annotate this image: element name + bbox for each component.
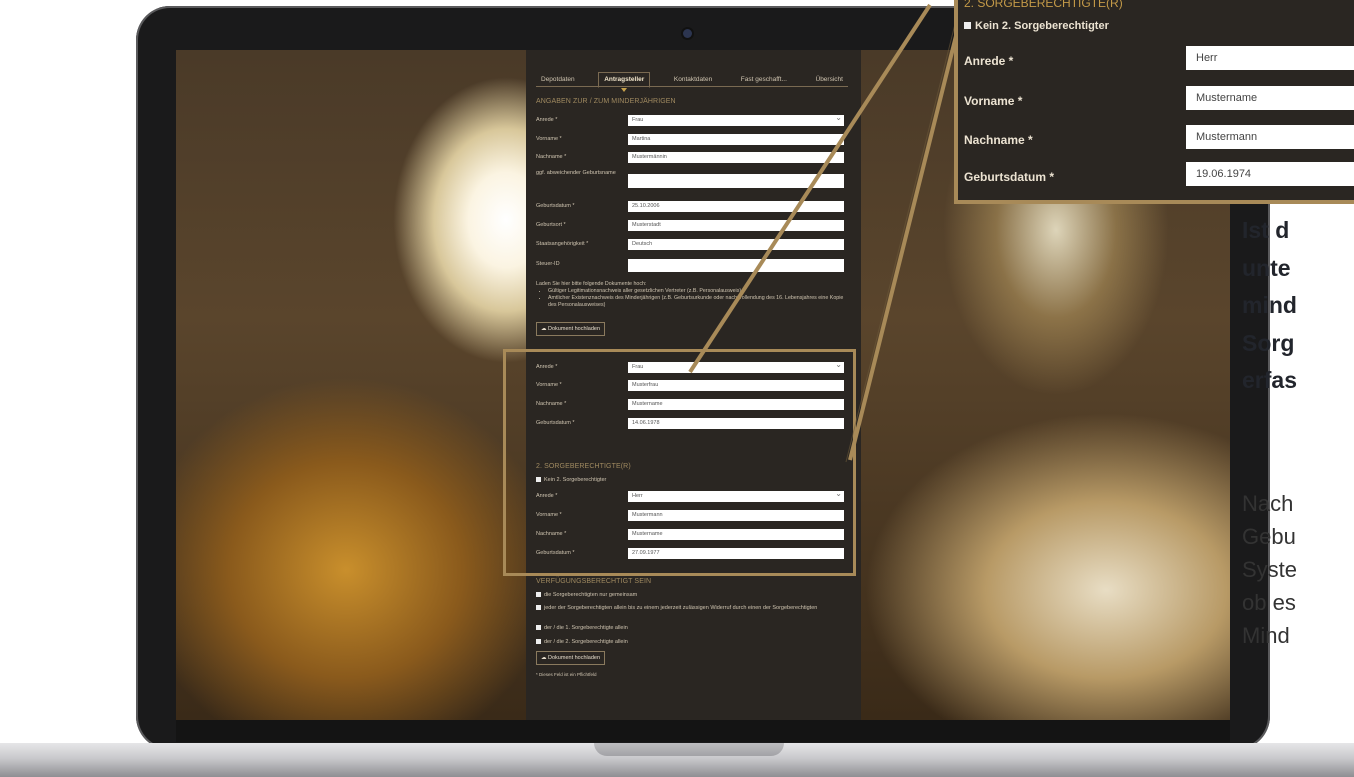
callout-title: 2. SORGEBERECHTIGTE(R) xyxy=(964,0,1123,10)
callout-birth-date-input[interactable]: 19.06.1974 xyxy=(1186,162,1354,186)
laptop-notch xyxy=(594,743,784,756)
info-heading: Ist d unte mind Sorg erfas xyxy=(1242,217,1297,393)
connector-line-left xyxy=(688,3,932,374)
callout-salutation-input[interactable]: Herr xyxy=(1186,46,1354,70)
connector-line-shadow xyxy=(845,0,962,463)
callout-last-name-input[interactable]: Mustermann xyxy=(1186,125,1354,149)
checkbox-box xyxy=(964,22,971,29)
callout-row: Anrede * Herr xyxy=(964,46,1354,74)
callout-row: Nachname * Mustermann xyxy=(964,125,1354,153)
connector-line-right xyxy=(848,0,967,461)
field-label: Anrede * xyxy=(964,54,1014,68)
checkbox-label: Kein 2. Sorgeberechtigter xyxy=(975,20,1109,32)
field-label: Nachname * xyxy=(964,133,1033,147)
callout-first-name-input[interactable]: Mustername xyxy=(1186,86,1354,110)
callout-no-guardian-checkbox[interactable]: Kein 2. Sorgeberechtigter xyxy=(964,20,1109,32)
field-label: Geburtsdatum * xyxy=(964,170,1055,184)
zoom-callout: 2. SORGEBERECHTIGTE(R) Kein 2. Sorgebere… xyxy=(954,0,1354,204)
field-label: Vorname * xyxy=(964,94,1023,108)
callout-row: Vorname * Mustername xyxy=(964,86,1354,114)
info-body: Nach Gebu Syste ob es Mind xyxy=(1242,491,1298,648)
callout-row: Geburtsdatum * 19.06.1974 xyxy=(964,162,1354,190)
